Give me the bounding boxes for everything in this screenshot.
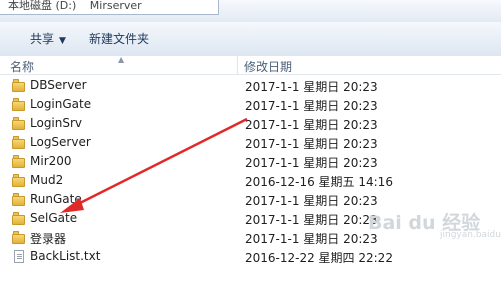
watermark-url: jingyan.baidu.com — [440, 230, 501, 240]
annotation-arrow — [60, 117, 248, 213]
